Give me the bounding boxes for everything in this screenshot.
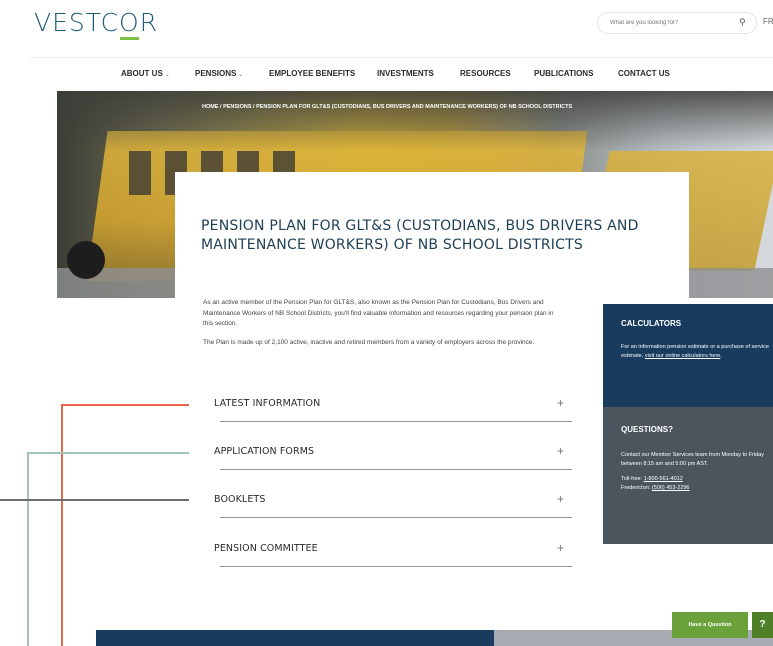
nav-pensions[interactable]: PENSIONS ⌄ (195, 69, 243, 78)
vestcor-logo[interactable]: VESTCOR (34, 8, 159, 40)
tollfree-label: Toll-free: (621, 476, 644, 482)
search-box[interactable]: ⚲ (597, 12, 757, 34)
nav-resources[interactable]: RESOURCES (460, 69, 511, 78)
hero-bus-wheel (67, 241, 105, 279)
decorative-line-red-branch (61, 404, 189, 406)
questions-text: Contact our Member Services team from Mo… (621, 451, 771, 493)
plus-icon[interactable]: + (557, 396, 564, 410)
calculators-title: CALCULATORS (621, 319, 682, 328)
header-divider (30, 57, 773, 58)
logo-text-end: R (139, 8, 159, 37)
tollfree-phone-link[interactable]: 1-800-561-4012 (644, 476, 683, 482)
nav-about-us-label: ABOUT US (121, 69, 163, 78)
nav-employee-benefits[interactable]: EMPLOYEE BENEFITS (269, 69, 355, 78)
fredericton-phone-link[interactable]: (506) 453-2296 (652, 485, 690, 491)
decorative-line-red (61, 404, 63, 646)
accordion-label: APPLICATION FORMS (214, 446, 315, 457)
nav-investments[interactable]: INVESTMENTS (377, 69, 434, 78)
decorative-line-teal-branch (27, 452, 189, 454)
calculators-text: For an information pension estimate or a… (621, 343, 771, 361)
have-a-question-button[interactable]: Have a Question (672, 612, 748, 638)
accordion-booklets[interactable]: BOOKLETS + (214, 487, 572, 534)
intro-paragraph-1: As an active member of the Pension Plan … (203, 299, 554, 327)
nav-pensions-label: PENSIONS (195, 69, 237, 78)
accordion-label: LATEST INFORMATION (214, 398, 321, 409)
nav-about-us[interactable]: ABOUT US ⌄ (121, 69, 170, 78)
questions-body: Contact our Member Services team from Mo… (621, 452, 765, 467)
question-mark-icon[interactable]: ? (752, 612, 773, 638)
decorative-line-teal (27, 452, 29, 646)
accordion-pension-committee[interactable]: PENSION COMMITTEE + (214, 536, 572, 583)
questions-panel: QUESTIONS? Contact our Member Services t… (603, 407, 773, 544)
page-title: PENSION PLAN FOR GLT&S (CUSTODIANS, BUS … (201, 218, 639, 253)
chevron-down-icon: ⌄ (164, 72, 170, 78)
accordion-label: PENSION COMMITTEE (214, 543, 318, 554)
accordion-label: BOOKLETS (214, 494, 266, 505)
search-input[interactable] (610, 16, 720, 30)
intro-text: As an active member of the Pension Plan … (203, 298, 563, 356)
language-toggle[interactable]: FR (763, 17, 773, 26)
logo-text-start: VESTC (34, 8, 120, 37)
accordion-divider (220, 566, 572, 567)
questions-title: QUESTIONS? (621, 425, 674, 434)
accordion-divider (220, 469, 572, 470)
breadcrumb[interactable]: HOME / PENSIONS / PENSION PLAN FOR GLT&S… (202, 103, 582, 111)
nav-publications[interactable]: PUBLICATIONS (534, 69, 593, 78)
title-card: PENSION PLAN FOR GLT&S (CUSTODIANS, BUS … (175, 172, 689, 299)
intro-paragraph-2: The Plan is made up of 2,100 active, ina… (203, 338, 535, 346)
fredericton-line: Fredericton: (506) 453-2296 (621, 484, 771, 493)
accordion-application-forms[interactable]: APPLICATION FORMS + (214, 439, 572, 486)
accordion-divider (220, 517, 572, 518)
calculators-panel: CALCULATORS For an information pension e… (603, 304, 773, 407)
decorative-line-grey (0, 499, 189, 501)
chevron-down-icon: ⌄ (238, 72, 244, 78)
hero-bus-window (129, 151, 151, 195)
plus-icon[interactable]: + (557, 492, 564, 506)
main-nav: ABOUT US ⌄ PENSIONS ⌄ EMPLOYEE BENEFITS IN… (0, 69, 773, 83)
accordion-divider (220, 421, 572, 422)
nav-contact-us[interactable]: CONTACT US (618, 69, 670, 78)
calculators-link[interactable]: visit our online calculators here (645, 353, 721, 359)
tollfree-line: Toll-free: 1-800-561-4012 (621, 475, 771, 484)
plus-icon[interactable]: + (557, 444, 564, 458)
calculators-period: . (720, 353, 722, 359)
logo-letter-o: O (119, 8, 140, 40)
footer-band-navy (96, 630, 494, 646)
plus-icon[interactable]: + (557, 541, 564, 555)
fredericton-label: Fredericton: (621, 485, 652, 491)
hero-shade (57, 91, 773, 151)
search-icon[interactable]: ⚲ (739, 17, 746, 28)
accordion-latest-information[interactable]: LATEST INFORMATION + (214, 391, 572, 438)
